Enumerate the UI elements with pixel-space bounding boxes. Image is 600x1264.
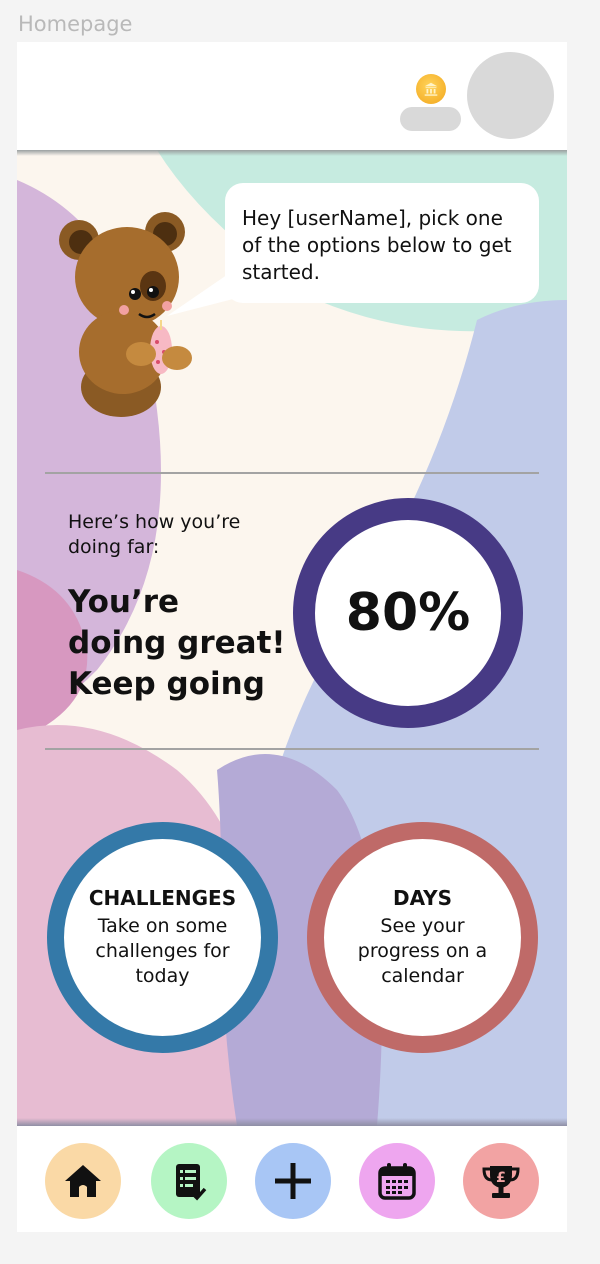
nav-rewards-button[interactable]: £ bbox=[463, 1143, 539, 1219]
checklist-icon bbox=[176, 1164, 207, 1201]
progress-ring: 80% bbox=[293, 498, 523, 728]
calendar-icon bbox=[378, 1163, 416, 1200]
days-button[interactable]: DAYS See your progress on a calendar bbox=[307, 822, 538, 1053]
top-shadow bbox=[17, 150, 567, 156]
bottom-nav: £ bbox=[17, 1126, 567, 1232]
divider-top bbox=[45, 472, 539, 474]
avatar[interactable] bbox=[467, 52, 554, 139]
days-description: See your progress on a calendar bbox=[357, 915, 488, 987]
challenges-button[interactable]: CHALLENGES Take on some challenges for t… bbox=[47, 822, 278, 1053]
bottom-shadow bbox=[17, 1118, 567, 1126]
challenges-title: CHALLENGES bbox=[88, 886, 237, 910]
divider-bottom bbox=[45, 748, 539, 750]
nav-calendar-button[interactable] bbox=[359, 1143, 435, 1219]
speech-bubble: Hey [userName], pick one of the options … bbox=[225, 183, 539, 303]
plus-icon bbox=[275, 1163, 311, 1199]
coin-balance-pill bbox=[400, 107, 461, 131]
nav-tasks-button[interactable] bbox=[151, 1143, 227, 1219]
days-title: DAYS bbox=[392, 886, 453, 910]
progress-message: You’re doing great! Keep going bbox=[68, 584, 286, 702]
top-bar bbox=[17, 42, 567, 150]
bank-coin-icon[interactable] bbox=[416, 74, 446, 104]
home-content: Hey [userName], pick one of the options … bbox=[17, 150, 567, 1126]
frame-label: Homepage bbox=[18, 12, 133, 36]
progress-value: 80% bbox=[345, 583, 471, 643]
home-icon bbox=[65, 1165, 101, 1197]
trophy-pound-icon: £ bbox=[482, 1166, 520, 1198]
challenges-description: Take on some challenges for today bbox=[95, 915, 230, 987]
phone-screen: Hey [userName], pick one of the options … bbox=[17, 42, 567, 1232]
svg-text:£: £ bbox=[496, 1170, 506, 1186]
nav-home-button[interactable] bbox=[45, 1143, 121, 1219]
progress-intro: Here’s how you’re doing far: bbox=[68, 511, 241, 558]
nav-add-button[interactable] bbox=[255, 1143, 331, 1219]
